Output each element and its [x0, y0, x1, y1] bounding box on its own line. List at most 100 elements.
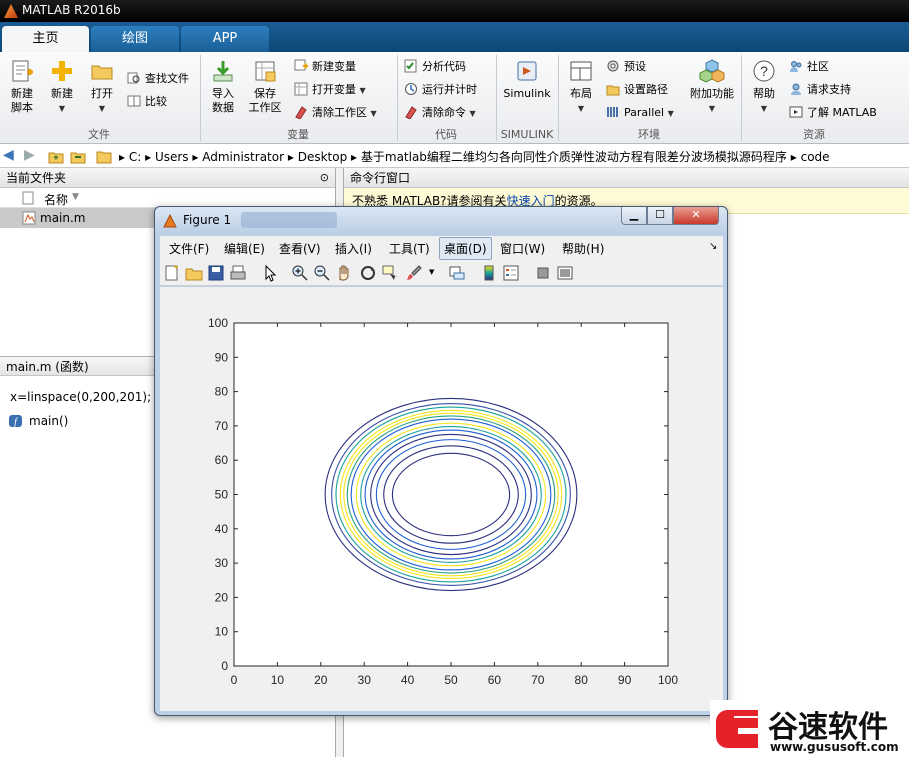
brush-icon[interactable]: [405, 264, 423, 282]
menu-tools[interactable]: 工具(T): [389, 240, 430, 257]
select-arrow-icon[interactable]: [261, 264, 279, 282]
minimize-button[interactable]: ▁: [621, 207, 647, 225]
maximize-button[interactable]: ☐: [647, 207, 673, 225]
menu-desktop[interactable]: 桌面(D): [439, 237, 492, 260]
colorbar-icon[interactable]: [480, 264, 498, 282]
menu-file[interactable]: 文件(F): [169, 240, 209, 257]
clear-workspace-label: 清除工作区: [312, 106, 367, 119]
simulink-button[interactable]: Simulink: [502, 58, 552, 101]
addons-button[interactable]: 附加功能 ▼: [688, 58, 736, 116]
preferences-button[interactable]: 预设: [606, 58, 646, 76]
new-script-button[interactable]: 新建 脚本: [4, 58, 40, 115]
breadcrumb-users[interactable]: Users: [155, 150, 189, 164]
current-folder-title: 当前文件夹: [6, 171, 67, 185]
brush-dropdown-icon[interactable]: ▼: [429, 268, 434, 276]
panel-menu-icon[interactable]: ⊙: [320, 168, 329, 188]
tab-plots[interactable]: 绘图: [91, 26, 179, 52]
back-arrow-icon[interactable]: ◀: [3, 147, 14, 163]
breadcrumb-drive[interactable]: C:: [129, 150, 141, 164]
layout-button[interactable]: 布局 ▼: [563, 58, 599, 116]
zoom-out-icon[interactable]: [313, 264, 331, 282]
zoom-in-icon[interactable]: [291, 264, 309, 282]
breadcrumb-project[interactable]: 基于matlab编程二维均匀各向同性介质弹性波动方程有限差分波场模拟源码程序: [361, 150, 787, 164]
svg-text:?: ?: [760, 63, 768, 79]
breadcrumb-code[interactable]: code: [801, 150, 830, 164]
address-bar: ◀ ▶ ▸ C: ▸ Users ▸ Administrator ▸ Deskt…: [0, 144, 909, 168]
open-label: 打开: [91, 87, 113, 100]
tab-apps[interactable]: APP: [181, 26, 269, 52]
y-tick-label-10: 100: [208, 316, 228, 330]
rotate-3d-icon[interactable]: [359, 264, 377, 282]
x-tick-label-8: 80: [575, 673, 589, 687]
y-tick-label-7: 70: [215, 419, 229, 433]
set-path-button[interactable]: 设置路径: [606, 81, 668, 99]
figure-title: Figure 1: [183, 213, 232, 227]
browse-folder-icon[interactable]: [70, 148, 86, 164]
new-button[interactable]: 新建 ▼: [44, 58, 80, 116]
function-item[interactable]: f main(): [8, 414, 68, 428]
new-figure-icon[interactable]: [163, 264, 181, 282]
menu-window[interactable]: 窗口(W): [500, 240, 545, 257]
breadcrumb-administrator[interactable]: Administrator: [202, 150, 284, 164]
group-label-simulink: SIMULINK: [500, 128, 554, 141]
title-blur-region: [241, 212, 337, 228]
y-tick-label-6: 60: [215, 453, 229, 467]
save-icon[interactable]: [207, 264, 225, 282]
request-support-button[interactable]: 请求支持: [789, 81, 851, 99]
contour-plot[interactable]: 0 10 20 30 40 50 60 70 80 90 100 0 10 20 30 40 50 60 70 80 9…: [160, 287, 723, 711]
learn-matlab-button[interactable]: 了解 MATLAB: [789, 104, 877, 122]
chevron-down-icon: ▼: [667, 109, 674, 118]
print-icon[interactable]: [229, 264, 247, 282]
menu-help[interactable]: 帮助(H): [562, 240, 604, 257]
figure-canvas[interactable]: 0 10 20 30 40 50 60 70 80 90 100 0 10 20 30 40 50 60 70 80 9…: [160, 287, 723, 711]
pan-hand-icon[interactable]: [335, 264, 353, 282]
chevron-down-icon: ▼: [359, 86, 366, 95]
menu-edit[interactable]: 编辑(E): [224, 240, 265, 257]
data-cursor-icon[interactable]: [381, 264, 399, 282]
figure-window: Figure 1 ▁ ☐ ✕ 文件(F) 编辑(E) 查看(V) 插入(I) 工…: [154, 206, 728, 716]
link-plot-icon[interactable]: [448, 264, 466, 282]
x-tick-label-9: 90: [618, 673, 632, 687]
help-button[interactable]: ? 帮助 ▼: [746, 58, 782, 116]
open-variable-label: 打开变量: [312, 83, 356, 96]
up-folder-icon[interactable]: [48, 148, 64, 164]
gear-icon: [607, 60, 619, 72]
forward-arrow-icon[interactable]: ▶: [24, 147, 35, 163]
save-label-2: 工作区: [248, 101, 282, 114]
group-label-variable: 变量: [287, 128, 309, 141]
clear-commands-button[interactable]: 清除命令 ▼: [404, 104, 476, 122]
save-workspace-button[interactable]: 保存 工作区: [244, 58, 286, 115]
close-button[interactable]: ✕: [673, 207, 719, 225]
tab-home[interactable]: 主页: [2, 26, 89, 52]
save-label-1: 保存: [254, 87, 276, 100]
new-variable-button[interactable]: 新建变量: [294, 58, 356, 76]
watermark: 谷速软件 www.gususoft.com: [710, 700, 909, 757]
analyze-code-button[interactable]: 分析代码: [404, 58, 466, 76]
breadcrumb-separator-icon: ▸: [145, 150, 155, 164]
menu-insert[interactable]: 插入(I): [335, 240, 372, 257]
save-workspace-icon: [255, 61, 276, 82]
menu-view[interactable]: 查看(V): [279, 240, 321, 257]
community-button[interactable]: 社区: [789, 58, 829, 76]
clear-commands-label: 清除命令: [422, 106, 466, 119]
find-files-button[interactable]: 查找文件: [127, 70, 189, 88]
run-and-time-button[interactable]: 运行并计时: [404, 81, 477, 99]
hide-plot-tools-icon[interactable]: [534, 264, 552, 282]
parallel-button[interactable]: Parallel ▼: [606, 104, 674, 122]
name-column-header[interactable]: 名称: [44, 191, 68, 208]
show-plot-tools-icon[interactable]: [556, 264, 574, 282]
open-variable-button[interactable]: 打开变量 ▼: [294, 81, 366, 99]
legend-icon[interactable]: [502, 264, 520, 282]
group-label-environment: 环境: [638, 128, 660, 141]
breadcrumb-separator-icon: ▸: [119, 150, 129, 164]
open-button[interactable]: 打开 ▼: [84, 58, 120, 116]
menu-dock-arrow-icon[interactable]: ↘: [709, 241, 717, 252]
import-label-1: 导入: [212, 87, 234, 100]
breadcrumb-desktop[interactable]: Desktop: [298, 150, 348, 164]
open-file-icon[interactable]: [185, 264, 203, 282]
compare-button[interactable]: 比较: [127, 93, 167, 111]
import-data-button[interactable]: 导入 数据: [205, 58, 241, 115]
new-script-icon: [12, 60, 33, 82]
run-and-time-label: 运行并计时: [422, 83, 477, 96]
clear-workspace-button[interactable]: 清除工作区 ▼: [294, 104, 377, 122]
